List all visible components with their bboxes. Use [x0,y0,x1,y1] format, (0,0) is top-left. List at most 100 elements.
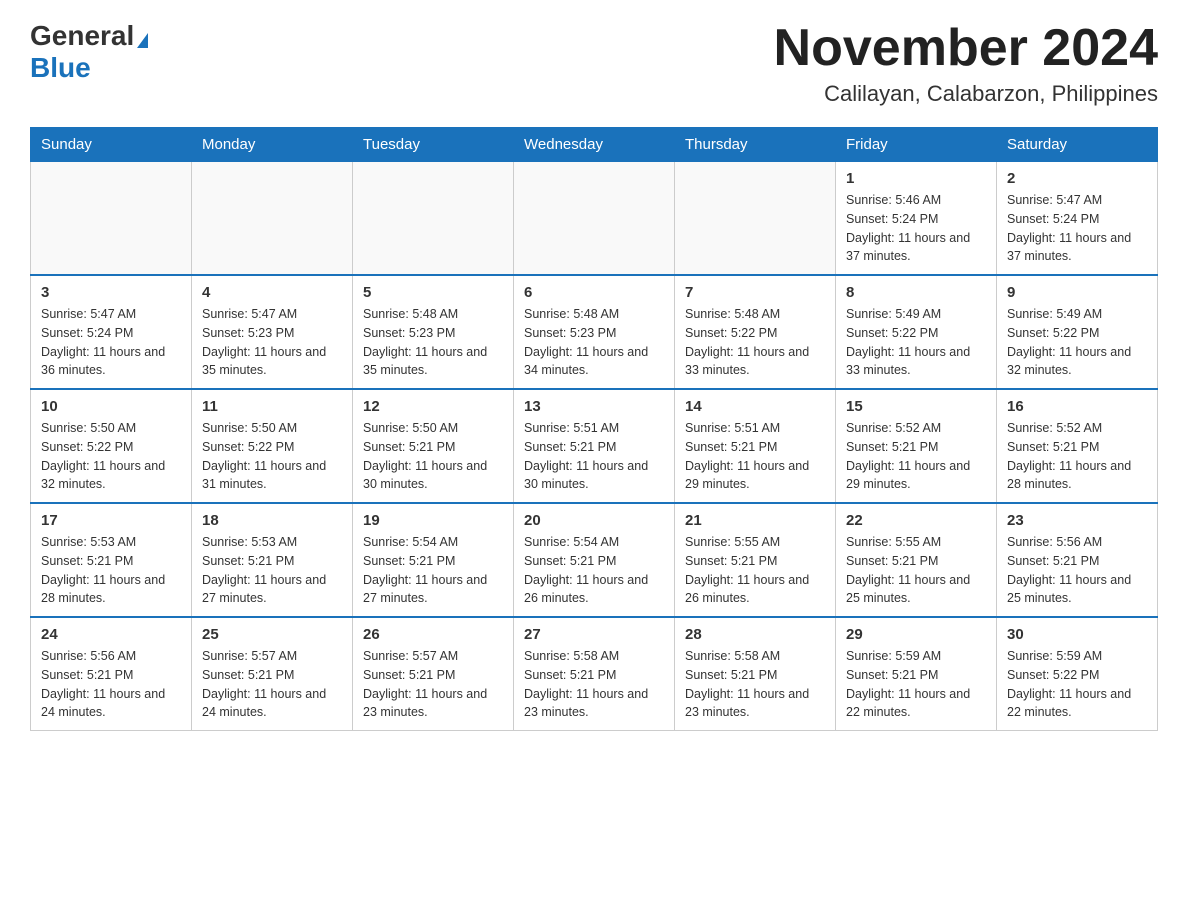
day-number: 25 [202,626,342,643]
calendar-header-saturday: Saturday [997,128,1158,162]
day-info: Sunrise: 5:49 AMSunset: 5:22 PMDaylight:… [846,305,986,380]
calendar-cell: 6 Sunrise: 5:48 AMSunset: 5:23 PMDaylight… [514,275,675,389]
day-number: 30 [1007,626,1147,643]
calendar-cell: 25Sunrise: 5:57 AMSunset: 5:21 PMDayligh… [192,617,353,731]
day-info: Sunrise: 5:52 AMSunset: 5:21 PMDaylight:… [1007,419,1147,494]
calendar-cell: 28 Sunrise: 5:58 AMSunset: 5:21 PMDayligh… [675,617,836,731]
day-info: Sunrise: 5:47 AMSunset: 5:24 PMDaylight:… [41,305,181,380]
calendar-cell [675,162,836,276]
day-info: Sunrise: 5:49 AMSunset: 5:22 PMDaylight:… [1007,305,1147,380]
title-section: November 2024 Calilayan, Calabarzon, Phi… [774,20,1158,107]
calendar-cell: 15 Sunrise: 5:52 AMSunset: 5:21 PMDayligh… [836,389,997,503]
logo-general: General [30,20,134,52]
day-info: Sunrise: 5:51 AMSunset: 5:21 PMDaylight:… [524,419,664,494]
calendar-cell [514,162,675,276]
day-info: Sunrise: 5:58 AMSunset: 5:21 PMDaylight:… [524,647,664,722]
day-info: Sunrise: 5:54 AMSunset: 5:21 PMDaylight:… [524,533,664,608]
calendar-cell: 30 Sunrise: 5:59 AMSunset: 5:22 PMDayligh… [997,617,1158,731]
day-number: 27 [524,626,664,643]
day-number: 11 [202,398,342,415]
day-info: Sunrise: 5:56 AMSunset: 5:21 PMDaylight:… [41,647,181,722]
day-info: Sunrise: 5:50 AMSunset: 5:21 PMDaylight:… [363,419,503,494]
calendar-cell: 2 Sunrise: 5:47 AMSunset: 5:24 PMDaylight… [997,162,1158,276]
calendar-cell: 18 Sunrise: 5:53 AMSunset: 5:21 PMDayligh… [192,503,353,617]
day-info: Sunrise: 5:47 AMSunset: 5:24 PMDaylight:… [1007,191,1147,266]
calendar-cell: 8 Sunrise: 5:49 AMSunset: 5:22 PMDaylight… [836,275,997,389]
calendar-week-row: 1 Sunrise: 5:46 AMSunset: 5:24 PMDaylight… [31,162,1158,276]
day-number: 13 [524,398,664,415]
location: Calilayan, Calabarzon, Philippines [774,81,1158,107]
calendar-cell: 22 Sunrise: 5:55 AMSunset: 5:21 PMDayligh… [836,503,997,617]
calendar-week-row: 24 Sunrise: 5:56 AMSunset: 5:21 PMDayligh… [31,617,1158,731]
day-number: 18 [202,512,342,529]
calendar-header-tuesday: Tuesday [353,128,514,162]
calendar-cell: 20 Sunrise: 5:54 AMSunset: 5:21 PMDayligh… [514,503,675,617]
calendar-header-row: SundayMondayTuesdayWednesdayThursdayFrid… [31,128,1158,162]
calendar-cell: 10 Sunrise: 5:50 AMSunset: 5:22 PMDayligh… [31,389,192,503]
day-number: 23 [1007,512,1147,529]
calendar-week-row: 10 Sunrise: 5:50 AMSunset: 5:22 PMDayligh… [31,389,1158,503]
day-number: 24 [41,626,181,643]
day-info: Sunrise: 5:51 AMSunset: 5:21 PMDaylight:… [685,419,825,494]
calendar-cell: 13 Sunrise: 5:51 AMSunset: 5:21 PMDayligh… [514,389,675,503]
day-number: 14 [685,398,825,415]
day-number: 8 [846,284,986,301]
day-info: Sunrise: 5:48 AMSunset: 5:23 PMDaylight:… [363,305,503,380]
day-info: Sunrise: 5:50 AMSunset: 5:22 PMDaylight:… [202,419,342,494]
calendar-header-monday: Monday [192,128,353,162]
calendar-cell: 16Sunrise: 5:52 AMSunset: 5:21 PMDayligh… [997,389,1158,503]
calendar-cell: 26 Sunrise: 5:57 AMSunset: 5:21 PMDayligh… [353,617,514,731]
calendar-cell: 7 Sunrise: 5:48 AMSunset: 5:22 PMDaylight… [675,275,836,389]
day-number: 29 [846,626,986,643]
calendar-cell: 9 Sunrise: 5:49 AMSunset: 5:22 PMDaylight… [997,275,1158,389]
day-number: 6 [524,284,664,301]
day-number: 1 [846,170,986,187]
day-number: 3 [41,284,181,301]
day-info: Sunrise: 5:53 AMSunset: 5:21 PMDaylight:… [41,533,181,608]
day-info: Sunrise: 5:57 AMSunset: 5:21 PMDaylight:… [363,647,503,722]
logo-blue: Blue [30,52,91,83]
day-number: 2 [1007,170,1147,187]
calendar-cell: 17Sunrise: 5:53 AMSunset: 5:21 PMDayligh… [31,503,192,617]
day-number: 28 [685,626,825,643]
calendar-cell: 11 Sunrise: 5:50 AMSunset: 5:22 PMDayligh… [192,389,353,503]
calendar-header-wednesday: Wednesday [514,128,675,162]
day-info: Sunrise: 5:59 AMSunset: 5:22 PMDaylight:… [1007,647,1147,722]
day-info: Sunrise: 5:58 AMSunset: 5:21 PMDaylight:… [685,647,825,722]
calendar-cell: 5Sunrise: 5:48 AMSunset: 5:23 PMDaylight… [353,275,514,389]
calendar-cell [353,162,514,276]
day-number: 20 [524,512,664,529]
calendar-cell: 1 Sunrise: 5:46 AMSunset: 5:24 PMDaylight… [836,162,997,276]
day-info: Sunrise: 5:47 AMSunset: 5:23 PMDaylight:… [202,305,342,380]
day-number: 15 [846,398,986,415]
day-number: 19 [363,512,503,529]
calendar-header-friday: Friday [836,128,997,162]
calendar-header-thursday: Thursday [675,128,836,162]
calendar-cell: 3 Sunrise: 5:47 AMSunset: 5:24 PMDaylight… [31,275,192,389]
day-number: 7 [685,284,825,301]
day-info: Sunrise: 5:46 AMSunset: 5:24 PMDaylight:… [846,191,986,266]
day-number: 9 [1007,284,1147,301]
day-number: 22 [846,512,986,529]
calendar-cell: 4Sunrise: 5:47 AMSunset: 5:23 PMDaylight… [192,275,353,389]
day-info: Sunrise: 5:48 AMSunset: 5:23 PMDaylight:… [524,305,664,380]
calendar-cell: 12 Sunrise: 5:50 AMSunset: 5:21 PMDayligh… [353,389,514,503]
day-info: Sunrise: 5:59 AMSunset: 5:21 PMDaylight:… [846,647,986,722]
day-number: 12 [363,398,503,415]
day-number: 26 [363,626,503,643]
calendar-cell: 14 Sunrise: 5:51 AMSunset: 5:21 PMDayligh… [675,389,836,503]
day-info: Sunrise: 5:55 AMSunset: 5:21 PMDaylight:… [846,533,986,608]
calendar-cell: 29 Sunrise: 5:59 AMSunset: 5:21 PMDayligh… [836,617,997,731]
day-info: Sunrise: 5:50 AMSunset: 5:22 PMDaylight:… [41,419,181,494]
calendar-week-row: 17Sunrise: 5:53 AMSunset: 5:21 PMDayligh… [31,503,1158,617]
calendar-cell: 21Sunrise: 5:55 AMSunset: 5:21 PMDayligh… [675,503,836,617]
day-info: Sunrise: 5:53 AMSunset: 5:21 PMDaylight:… [202,533,342,608]
calendar-cell: 27 Sunrise: 5:58 AMSunset: 5:21 PMDayligh… [514,617,675,731]
day-info: Sunrise: 5:48 AMSunset: 5:22 PMDaylight:… [685,305,825,380]
day-info: Sunrise: 5:55 AMSunset: 5:21 PMDaylight:… [685,533,825,608]
calendar-cell: 19Sunrise: 5:54 AMSunset: 5:21 PMDayligh… [353,503,514,617]
day-info: Sunrise: 5:56 AMSunset: 5:21 PMDaylight:… [1007,533,1147,608]
day-info: Sunrise: 5:52 AMSunset: 5:21 PMDaylight:… [846,419,986,494]
day-number: 10 [41,398,181,415]
calendar-header-sunday: Sunday [31,128,192,162]
